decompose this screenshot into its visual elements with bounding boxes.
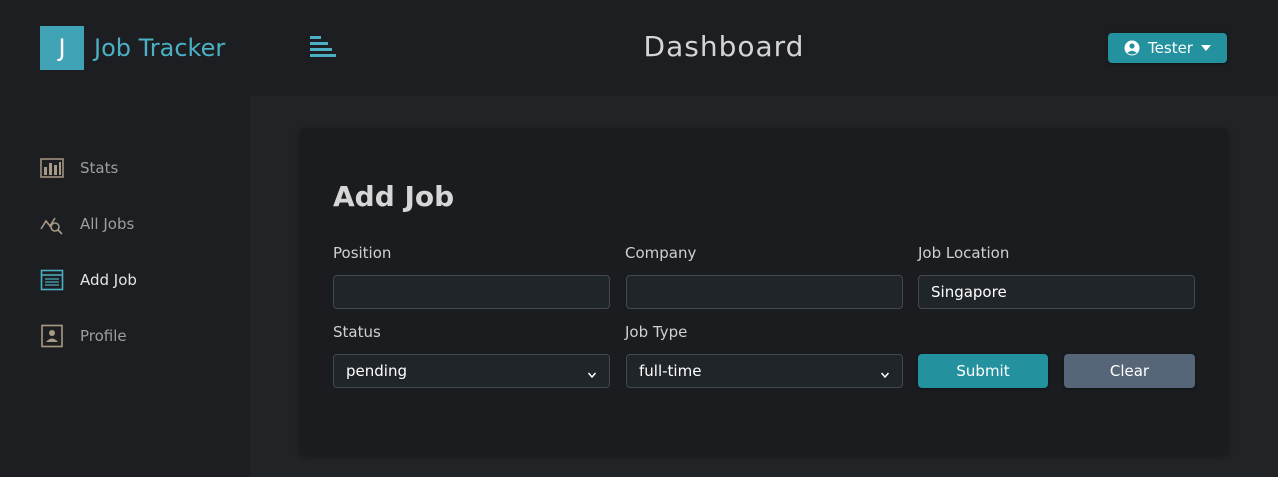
chevron-down-icon xyxy=(880,366,890,379)
job-location-input[interactable] xyxy=(918,275,1195,309)
caret-down-icon xyxy=(1200,45,1211,51)
page-title: Dashboard xyxy=(643,30,805,63)
submit-button[interactable]: Submit xyxy=(918,354,1048,388)
clear-button[interactable]: Clear xyxy=(1064,354,1195,388)
user-circle-icon xyxy=(1124,40,1140,56)
user-menu-button[interactable]: Tester xyxy=(1108,33,1227,63)
position-label: Position xyxy=(333,244,392,262)
sidebar-item-profile[interactable]: Profile xyxy=(40,308,137,364)
position-input[interactable] xyxy=(333,275,610,309)
status-label: Status xyxy=(333,323,381,341)
chevron-down-icon xyxy=(587,366,597,379)
sidebar: J Job Tracker Stats All Jobs Add Job Pro… xyxy=(0,0,250,477)
company-input[interactable] xyxy=(626,275,903,309)
id-card-icon xyxy=(40,324,64,348)
brand[interactable]: J Job Tracker xyxy=(40,26,225,70)
sidebar-item-label: Profile xyxy=(80,327,127,345)
status-select[interactable]: pending xyxy=(333,354,610,388)
job-location-label: Job Location xyxy=(918,244,1010,262)
sidebar-item-stats[interactable]: Stats xyxy=(40,140,137,196)
main-content: Add Job Position Company Job Location St… xyxy=(250,96,1278,477)
brand-name: Job Tracker xyxy=(94,34,226,62)
form-icon xyxy=(40,268,64,292)
sidebar-item-all-jobs[interactable]: All Jobs xyxy=(40,196,137,252)
user-name: Tester xyxy=(1148,39,1193,57)
sidebar-item-label: Stats xyxy=(80,159,119,177)
logo: J xyxy=(40,26,84,70)
top-navbar: Dashboard Tester xyxy=(250,0,1278,96)
company-label: Company xyxy=(625,244,697,262)
sidebar-item-label: Add Job xyxy=(80,271,137,289)
sidebar-item-label: All Jobs xyxy=(80,215,135,233)
job-type-select-value: full-time xyxy=(639,362,702,380)
add-job-form: Add Job Position Company Job Location St… xyxy=(300,128,1228,454)
bar-chart-icon xyxy=(40,156,64,180)
sidebar-item-add-job[interactable]: Add Job xyxy=(40,252,137,308)
job-search-icon xyxy=(40,212,64,236)
job-type-label: Job Type xyxy=(625,323,688,341)
status-select-value: pending xyxy=(346,362,407,380)
app-root: J Job Tracker Stats All Jobs Add Job Pro… xyxy=(0,0,1278,477)
form-title: Add Job xyxy=(333,180,455,213)
sidebar-nav: Stats All Jobs Add Job Profile xyxy=(40,140,137,364)
job-type-select[interactable]: full-time xyxy=(626,354,903,388)
